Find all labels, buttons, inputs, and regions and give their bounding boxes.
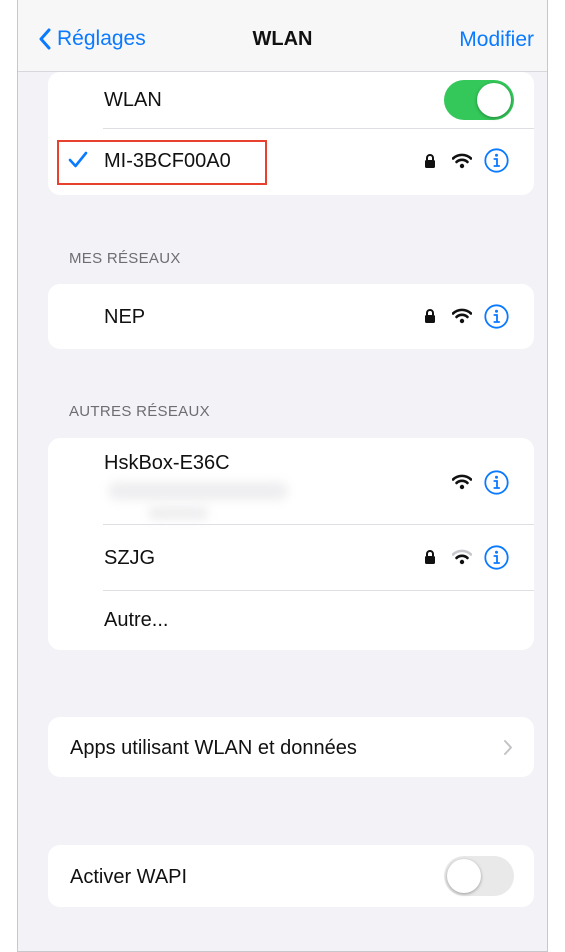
section-header-my-networks: MES RÉSEAUX bbox=[69, 250, 181, 267]
wlan-toggle-label: WLAN bbox=[104, 89, 162, 111]
wifi-icon bbox=[452, 308, 472, 324]
toggle-knob bbox=[477, 83, 511, 117]
wapi-toggle[interactable] bbox=[444, 856, 514, 896]
info-icon[interactable] bbox=[484, 304, 509, 329]
lock-icon bbox=[425, 550, 435, 564]
navigation-bar: Réglages WLAN Modifier bbox=[18, 0, 547, 72]
toggle-knob bbox=[447, 859, 481, 893]
other-network-row[interactable]: Autre... bbox=[48, 591, 534, 650]
wlan-toggle-row: WLAN bbox=[48, 72, 534, 128]
wifi-icon bbox=[452, 153, 472, 169]
section-header-other-networks: AUTRES RÉSEAUX bbox=[69, 403, 210, 420]
lock-icon bbox=[425, 309, 435, 323]
wifi-icon bbox=[452, 474, 472, 490]
network-name: NEP bbox=[104, 306, 146, 328]
info-icon[interactable] bbox=[484, 545, 509, 570]
info-icon[interactable] bbox=[484, 148, 509, 173]
network-name: HskBox-E36C bbox=[104, 452, 230, 474]
other-network-label: Autre... bbox=[104, 609, 169, 631]
chevron-right-icon bbox=[504, 740, 512, 755]
wapi-card: Activer WAPI bbox=[48, 845, 534, 907]
blurred-region bbox=[108, 482, 288, 500]
apps-card: Apps utilisant WLAN et données bbox=[48, 717, 534, 777]
lock-icon bbox=[425, 154, 435, 168]
info-icon[interactable] bbox=[484, 470, 509, 495]
network-row[interactable]: SZJG bbox=[48, 525, 534, 590]
wapi-row: Activer WAPI bbox=[48, 845, 534, 907]
settings-screen: Réglages WLAN Modifier WLAN MI-3BCF00A0 … bbox=[17, 0, 548, 952]
network-row[interactable]: NEP bbox=[48, 284, 534, 349]
wapi-label: Activer WAPI bbox=[70, 866, 188, 888]
edit-button[interactable]: Modifier bbox=[459, 28, 534, 52]
my-networks-card: NEP bbox=[48, 284, 534, 349]
network-row[interactable]: HskBox-E36C bbox=[48, 438, 534, 524]
wlan-toggle[interactable] bbox=[444, 80, 514, 120]
network-name: SZJG bbox=[104, 547, 156, 569]
blurred-region bbox=[148, 506, 208, 520]
wifi-weak-icon bbox=[452, 549, 472, 565]
other-networks-card: HskBox-E36C SZJG Autre... bbox=[48, 438, 534, 650]
apps-using-wlan-label: Apps utilisant WLAN et données bbox=[70, 737, 357, 759]
connected-network-highlight bbox=[57, 140, 267, 185]
apps-using-wlan-row[interactable]: Apps utilisant WLAN et données bbox=[48, 717, 534, 777]
